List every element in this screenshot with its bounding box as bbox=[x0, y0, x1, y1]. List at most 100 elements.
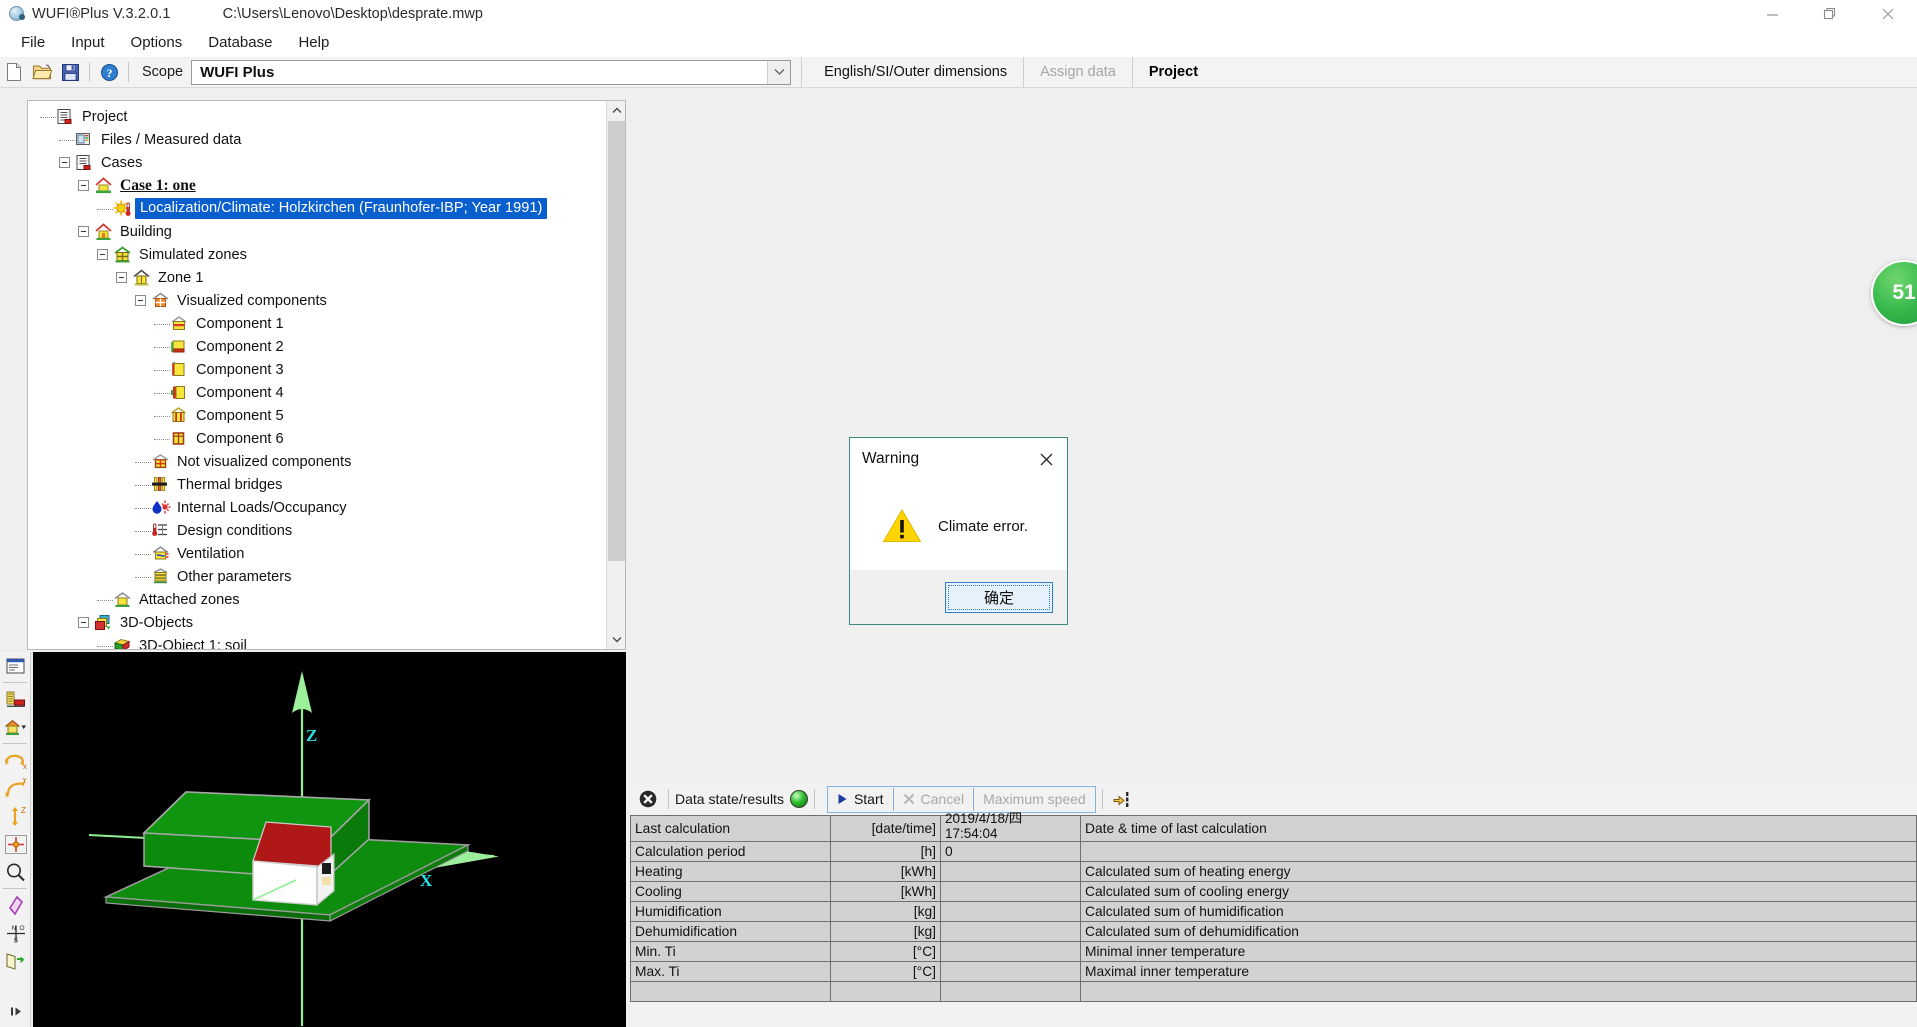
notification-badge[interactable]: 51 bbox=[1871, 260, 1917, 326]
tree-item-files-measured-data[interactable]: Files / Measured data bbox=[28, 128, 608, 151]
tree-item-simulated-zones[interactable]: Simulated zones bbox=[28, 243, 608, 266]
tree-expander-icon[interactable] bbox=[59, 157, 70, 168]
tab-units-dimensions[interactable]: English/SI/Outer dimensions bbox=[812, 64, 1019, 80]
tree-item-other-parameters[interactable]: Other parameters bbox=[28, 565, 608, 588]
result-value-cell[interactable] bbox=[941, 882, 1081, 902]
chevron-down-icon[interactable] bbox=[767, 61, 790, 84]
tree-expander-icon[interactable] bbox=[116, 272, 127, 283]
measure-icon[interactable] bbox=[0, 685, 31, 713]
warning-dialog[interactable]: Warning Climate error. 确定 bbox=[849, 437, 1068, 625]
result-value-cell[interactable]: 0 bbox=[941, 842, 1081, 862]
tree-indent bbox=[28, 461, 135, 462]
zoom-icon[interactable] bbox=[0, 858, 31, 886]
menu-file[interactable]: File bbox=[9, 31, 57, 55]
tree-item-building[interactable]: Building bbox=[28, 220, 608, 243]
help-icon[interactable]: ? bbox=[95, 59, 123, 86]
tree-item-attached-zones[interactable]: Attached zones bbox=[28, 588, 608, 611]
tab-assign-data[interactable]: Assign data bbox=[1028, 64, 1128, 80]
tree-item-label: Zone 1 bbox=[154, 270, 203, 286]
tree-item-cases[interactable]: Cases bbox=[28, 151, 608, 174]
result-value-cell[interactable] bbox=[941, 942, 1081, 962]
export-hand-icon[interactable] bbox=[1109, 785, 1137, 813]
tree-item-project[interactable]: Project bbox=[28, 105, 608, 128]
scope-combobox[interactable]: WUFI Plus bbox=[191, 60, 791, 85]
result-value-cell[interactable] bbox=[941, 922, 1081, 942]
tree-indent bbox=[28, 369, 154, 370]
start-button[interactable]: Start bbox=[828, 788, 893, 811]
close-circle-icon[interactable] bbox=[634, 785, 662, 813]
tree-item-localization-climate-holzkirchen-fraunhofer-ibp-year-1991[interactable]: Localization/Climate: Holzkirchen (Fraun… bbox=[28, 197, 608, 220]
scroll-thumb[interactable] bbox=[608, 121, 625, 561]
result-value-cell[interactable] bbox=[941, 962, 1081, 982]
start-label: Start bbox=[854, 791, 884, 807]
tree-expander-icon[interactable] bbox=[97, 249, 108, 260]
scroll-down-arrow-icon[interactable] bbox=[607, 630, 626, 649]
component-roof-icon bbox=[170, 315, 190, 333]
menu-help[interactable]: Help bbox=[286, 31, 341, 55]
tree-item-thermal-bridges[interactable]: Thermal bridges bbox=[28, 473, 608, 496]
tree-indent bbox=[28, 300, 135, 301]
save-disk-icon[interactable] bbox=[56, 59, 84, 86]
rotate-x-icon[interactable]: x bbox=[0, 746, 31, 774]
close-button[interactable] bbox=[1859, 0, 1917, 28]
ventilation-icon bbox=[151, 545, 171, 563]
tree-indent bbox=[28, 231, 78, 232]
tree-item-component-4[interactable]: Component 4 bbox=[28, 381, 608, 404]
result-value-cell[interactable] bbox=[941, 862, 1081, 882]
zone-select-icon[interactable] bbox=[0, 713, 31, 741]
tree-item-3d-object-1-soil[interactable]: 3D-Object 1: soil bbox=[28, 634, 608, 650]
project-tree[interactable]: ProjectFiles / Measured dataCasesCase 1:… bbox=[28, 105, 608, 650]
tree-item-design-conditions[interactable]: Design conditions bbox=[28, 519, 608, 542]
tree-item-label: 3D-Objects bbox=[116, 615, 193, 631]
tree-expander-icon[interactable] bbox=[135, 295, 146, 306]
menu-input[interactable]: Input bbox=[59, 31, 116, 55]
tree-vertical-scrollbar[interactable] bbox=[606, 101, 625, 649]
tree-item-case-1-one[interactable]: Case 1: one bbox=[28, 174, 608, 197]
tree-item-not-visualized-components[interactable]: Not visualized components bbox=[28, 450, 608, 473]
tree-item-component-3[interactable]: Component 3 bbox=[28, 358, 608, 381]
tree-item-3d-objects[interactable]: 3D-Objects bbox=[28, 611, 608, 634]
north-orientation-icon[interactable]: N O S bbox=[0, 919, 31, 947]
3d-model-render: Z X bbox=[34, 653, 626, 1027]
tree-indent bbox=[28, 323, 154, 324]
tree-expander-icon[interactable] bbox=[78, 617, 89, 628]
tree-indent bbox=[28, 438, 154, 439]
plane-icon[interactable] bbox=[0, 891, 31, 919]
rotate-free-icon[interactable] bbox=[0, 830, 31, 858]
dialog-close-icon[interactable] bbox=[1025, 440, 1067, 478]
project-tree-panel[interactable]: ProjectFiles / Measured dataCasesCase 1:… bbox=[27, 100, 626, 650]
menu-database[interactable]: Database bbox=[196, 31, 284, 55]
tree-expander-icon[interactable] bbox=[78, 180, 89, 191]
tree-expander-icon[interactable] bbox=[78, 226, 89, 237]
tree-item-ventilation[interactable]: Ventilation bbox=[28, 542, 608, 565]
rotate-z-icon[interactable]: Z bbox=[0, 802, 31, 830]
minimize-button[interactable] bbox=[1743, 0, 1801, 28]
scroll-up-arrow-icon[interactable] bbox=[607, 101, 626, 120]
new-document-icon[interactable] bbox=[0, 59, 28, 86]
tree-item-component-6[interactable]: Component 6 bbox=[28, 427, 608, 450]
results-row: Humidification[kg]Calculated sum of humi… bbox=[631, 902, 1917, 922]
cancel-button[interactable]: Cancel bbox=[893, 788, 974, 811]
maximum-speed-button[interactable]: Maximum speed bbox=[973, 788, 1095, 811]
view-properties-icon[interactable] bbox=[0, 652, 31, 680]
open-folder-icon[interactable] bbox=[28, 59, 56, 86]
result-value-cell[interactable]: 2019/4/18/四17:54:04 bbox=[941, 816, 1081, 842]
maximize-button[interactable] bbox=[1801, 0, 1859, 28]
dialog-title: Warning bbox=[862, 450, 919, 468]
tree-item-zone-1[interactable]: Zone 1 bbox=[28, 266, 608, 289]
window-controls bbox=[1743, 0, 1917, 28]
tab-project[interactable]: Project bbox=[1137, 64, 1210, 80]
mirror-icon[interactable] bbox=[0, 947, 31, 975]
tree-item-component-2[interactable]: Component 2 bbox=[28, 335, 608, 358]
3d-viewport[interactable]: Z X bbox=[33, 652, 626, 1027]
rotate-y-icon[interactable]: Y bbox=[0, 774, 31, 802]
tree-item-component-5[interactable]: Component 5 bbox=[28, 404, 608, 427]
dialog-ok-button[interactable]: 确定 bbox=[945, 582, 1053, 613]
tree-indent bbox=[28, 392, 154, 393]
tree-item-component-1[interactable]: Component 1 bbox=[28, 312, 608, 335]
expand-panel-handle[interactable] bbox=[0, 997, 31, 1025]
tree-item-internal-loads-occupancy[interactable]: Internal Loads/Occupancy bbox=[28, 496, 608, 519]
result-value-cell[interactable] bbox=[941, 902, 1081, 922]
menu-options[interactable]: Options bbox=[119, 31, 195, 55]
tree-item-visualized-components[interactable]: Visualized components bbox=[28, 289, 608, 312]
